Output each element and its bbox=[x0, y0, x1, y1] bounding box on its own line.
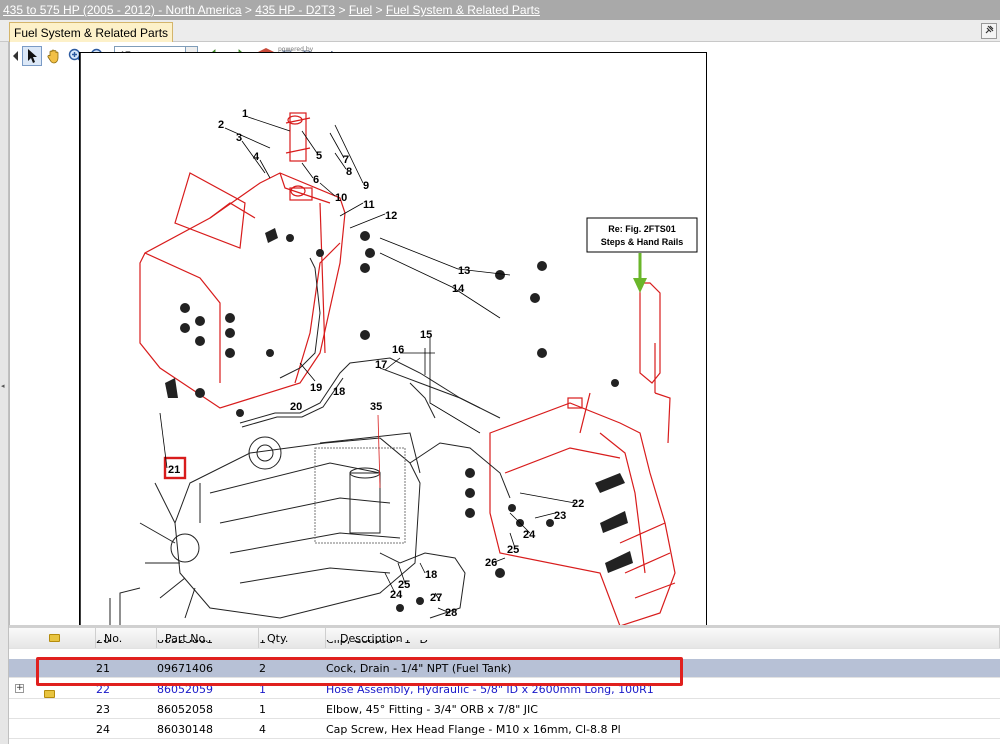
ref-box-line1: Re: Fig. 2FTS01 bbox=[608, 224, 676, 234]
callout-7[interactable]: 7 bbox=[343, 154, 349, 166]
callout-20[interactable]: 20 bbox=[290, 401, 302, 413]
callout-4[interactable]: 4 bbox=[253, 151, 260, 163]
cell-part-no: 86523861 bbox=[157, 640, 213, 648]
callout-26[interactable]: 26 bbox=[485, 557, 497, 569]
cell-part-no: 86052058 bbox=[157, 703, 213, 716]
callout-11[interactable]: 11 bbox=[363, 199, 375, 211]
callout-23[interactable]: 23 bbox=[554, 510, 566, 522]
callout-16[interactable]: 16 bbox=[392, 344, 404, 356]
callout-1[interactable]: 1 bbox=[242, 108, 248, 120]
callout-28[interactable]: 28 bbox=[445, 607, 457, 619]
breadcrumb-item-model[interactable]: 435 HP - D2T3 bbox=[255, 3, 335, 17]
callout-24[interactable]: 24 bbox=[523, 529, 536, 541]
callout-9[interactable]: 9 bbox=[363, 180, 369, 192]
breadcrumb-separator: > bbox=[244, 3, 252, 17]
callout-22[interactable]: 22 bbox=[572, 498, 584, 510]
diagram-viewer[interactable]: 45 ▼ powered by EzParts bbox=[9, 42, 1000, 625]
callout-13[interactable]: 13 bbox=[458, 265, 470, 277]
callout-10[interactable]: 10 bbox=[335, 192, 347, 204]
pan-hand-icon[interactable] bbox=[44, 46, 64, 66]
tab-strip: Fuel System & Related Parts bbox=[0, 20, 1000, 43]
callout-15[interactable]: 15 bbox=[420, 329, 432, 341]
ref-box-line2: Steps & Hand Rails bbox=[601, 237, 684, 247]
parts-table: No. Part No. Qty. Description 20 8652386… bbox=[9, 628, 1000, 744]
callout-2[interactable]: 2 bbox=[218, 119, 224, 131]
fuel-system-diagram[interactable]: Re: Fig. 2FTS01 Steps & Hand Rails 1 2 3… bbox=[80, 53, 707, 625]
callout-3[interactable]: 3 bbox=[236, 132, 242, 144]
collapse-arrow-icon[interactable]: ◂ bbox=[1, 382, 5, 390]
breadcrumb-separator: > bbox=[338, 3, 346, 17]
table-row[interactable]: 24 86030148 4 Cap Screw, Hex Head Flange… bbox=[9, 720, 1000, 739]
diagram-page: Re: Fig. 2FTS01 Steps & Hand Rails 1 2 3… bbox=[79, 52, 707, 625]
expand-plus-icon[interactable]: + bbox=[15, 684, 24, 693]
select-pointer-icon[interactable] bbox=[22, 46, 42, 66]
cell-no: 24 bbox=[96, 723, 110, 736]
cell-no: 20 bbox=[96, 640, 110, 648]
callout-8[interactable]: 8 bbox=[346, 166, 352, 178]
cell-qty: 1 bbox=[259, 703, 266, 716]
callout-35[interactable]: 35 bbox=[370, 401, 382, 413]
breadcrumb-item-series[interactable]: 435 to 575 HP (2005 - 2012) - North Amer… bbox=[3, 3, 242, 17]
cell-description: Cap Screw, Hex Head Flange - M10 x 16mm,… bbox=[326, 723, 621, 736]
left-collapse-bar[interactable]: ◂ bbox=[0, 42, 9, 744]
breadcrumb-item-fuel[interactable]: Fuel bbox=[349, 3, 372, 17]
callout-6[interactable]: 6 bbox=[313, 174, 319, 186]
breadcrumb-separator: > bbox=[375, 3, 383, 17]
cell-description: Elbow, 45° Fitting - 3/4" ORB x 7/8" JIC bbox=[326, 703, 538, 716]
breadcrumb: 435 to 575 HP (2005 - 2012) - North Amer… bbox=[0, 0, 1000, 20]
tab-fuel-system[interactable]: Fuel System & Related Parts bbox=[9, 22, 174, 43]
table-row[interactable]: 23 86052058 1 Elbow, 45° Fitting - 3/4" … bbox=[9, 700, 1000, 719]
callout-17[interactable]: 17 bbox=[375, 359, 387, 371]
cell-description: Clip, Coated - 1" D bbox=[326, 640, 428, 648]
callout-18b[interactable]: 18 bbox=[425, 569, 437, 581]
callout-25[interactable]: 25 bbox=[507, 544, 519, 556]
callout-25b[interactable]: 25 bbox=[398, 579, 410, 591]
table-row[interactable]: 20 86523861 1 Clip, Coated - 1" D bbox=[9, 640, 1000, 649]
callout-21[interactable]: 21 bbox=[168, 464, 180, 476]
callout-12[interactable]: 12 bbox=[385, 210, 397, 222]
cell-part-no: 86030148 bbox=[157, 723, 213, 736]
breadcrumb-item-current[interactable]: Fuel System & Related Parts bbox=[386, 3, 540, 17]
scroll-left-icon[interactable] bbox=[11, 46, 20, 66]
callout-14[interactable]: 14 bbox=[452, 283, 465, 295]
callout-27[interactable]: 27 bbox=[430, 592, 442, 604]
callout-5[interactable]: 5 bbox=[316, 150, 322, 162]
callout-18[interactable]: 18 bbox=[333, 386, 345, 398]
selected-row-highlight bbox=[36, 657, 683, 686]
callout-19[interactable]: 19 bbox=[310, 382, 322, 394]
pin-icon[interactable] bbox=[981, 23, 997, 39]
cell-qty: 4 bbox=[259, 723, 266, 736]
cell-no: 23 bbox=[96, 703, 110, 716]
cell-qty: 1 bbox=[259, 640, 266, 648]
